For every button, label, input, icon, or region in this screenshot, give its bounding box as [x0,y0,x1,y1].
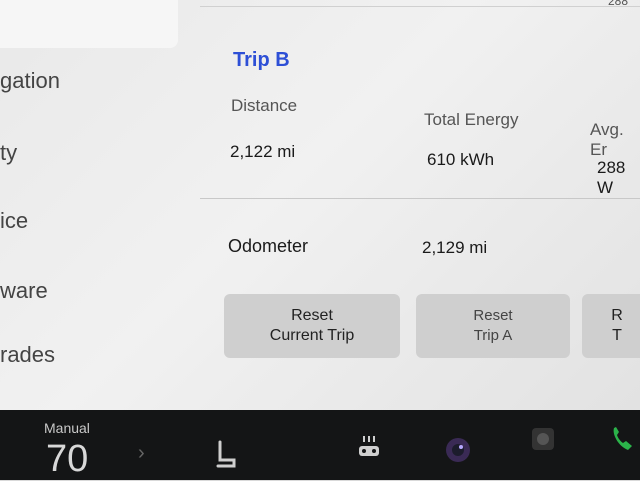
sidebar-item-label: ware [0,278,48,303]
reset-current-trip-button[interactable]: Reset Current Trip [224,294,400,358]
button-label-line1: Reset [473,307,513,324]
sidebar-item-navigation[interactable]: gation [0,68,60,94]
trips-panel: 288 Trip B Distance 2,122 mi Total Energ… [200,0,640,410]
divider [200,198,640,199]
odometer-label: Odometer [228,236,309,256]
sidebar-top-card [0,0,178,48]
total-energy-label: Total Energy [424,110,519,129]
odometer-value: 2,129 mi [422,238,488,257]
sidebar-item-label: ice [0,208,29,233]
seat-heater-icon[interactable] [214,440,240,476]
avg-energy-value: 288 W [597,158,626,197]
divider [200,6,640,7]
sidebar-item-upgrades[interactable]: rades [0,342,55,368]
climate-mode-label: Manual [44,420,90,436]
sidebar-item-service[interactable]: ice [0,208,28,234]
distance-value: 2,122 mi [230,142,296,161]
button-label-line1: R [611,307,623,324]
temperature-value[interactable]: 70 [46,438,88,481]
avg-energy-label: Avg. Er [590,120,624,159]
total-energy-value: 610 kWh [427,150,495,169]
sidebar-item-safety[interactable]: ty [0,140,17,166]
sidebar-item-label: gation [0,68,60,93]
distance-label: Distance [231,96,298,115]
button-label-line2: Trip A [473,327,513,344]
dashcam-icon[interactable] [530,424,556,460]
camera-icon[interactable] [444,436,472,470]
button-label-line1: Reset [291,307,333,324]
temp-increase-icon[interactable]: › [138,442,145,465]
phone-icon[interactable] [608,424,634,460]
sidebar-item-software[interactable]: ware [0,278,48,304]
button-label-line2: T [612,327,622,344]
sidebar: gation ty ice ware rades [0,0,200,410]
sidebar-item-label: ty [0,140,18,165]
rear-defrost-icon[interactable] [356,434,382,470]
sidebar-item-label: rades [0,342,56,367]
reset-trip-b-button[interactable]: R T [582,294,640,358]
reset-trip-a-button[interactable]: Reset Trip A [416,294,570,358]
button-label-line2: Current Trip [269,327,355,344]
touchscreen: gation ty ice ware rades 288 Trip B Dist… [0,0,640,410]
bottom-control-bar: Manual 70 › [0,410,640,480]
trip-b-title: Trip B [233,49,290,71]
